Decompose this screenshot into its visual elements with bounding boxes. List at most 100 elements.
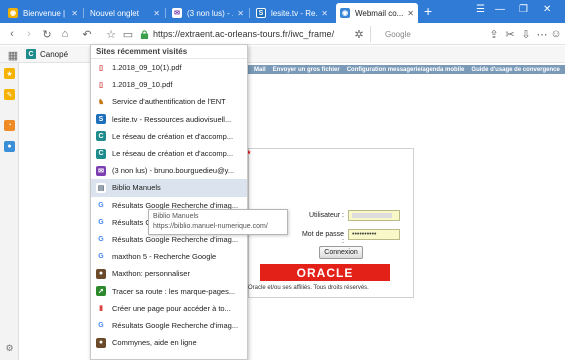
tab-title: Nouvel onglet	[90, 8, 139, 18]
favorites-icon[interactable]: ★	[4, 68, 15, 79]
recent-site-item[interactable]: C Le réseau de création et d'accomp...	[91, 128, 247, 145]
password-field[interactable]: ••••••••••	[348, 229, 400, 240]
search-box[interactable]: Google	[370, 26, 480, 42]
reader-mode-icon[interactable]: ▭	[121, 27, 135, 41]
recent-site-label: Le réseau de création et d'accomp...	[112, 149, 234, 159]
recent-site-item[interactable]: Slesite.tv - Ressources audiovisuell...	[91, 111, 247, 128]
recent-site-item[interactable]: ▯ 1.2018_09_10(1).pdf	[91, 59, 247, 76]
new-tab-button[interactable]: +	[424, 4, 432, 18]
recent-site-item[interactable]: ➚ Tracer sa route : les marque-pages...	[91, 282, 247, 299]
history-undo-icon[interactable]: ↶	[80, 27, 94, 41]
search-engine-label: Google	[385, 29, 411, 39]
sidebar: ★ ✎ ◔ ● ⚙	[0, 63, 19, 360]
canope-icon: C	[96, 148, 106, 159]
close-icon[interactable]: ✕	[237, 9, 244, 18]
tab-separator	[83, 8, 84, 18]
tab-separator	[249, 8, 250, 18]
recent-site-label: 1.2018_09_10(1).pdf	[112, 63, 182, 73]
connexion-button[interactable]: Connexion	[319, 246, 363, 259]
blurred-username	[352, 213, 392, 218]
google-icon: G	[96, 234, 106, 245]
tab-bienvenue[interactable]: ◉ Bienvenue | ... ✕	[4, 3, 82, 23]
close-icon[interactable]: ✕	[153, 9, 160, 18]
extension-icon[interactable]: ✲	[352, 27, 366, 41]
nav-link[interactable]: Envoyer un gros fichier	[273, 67, 340, 73]
close-icon[interactable]: ✕	[71, 9, 78, 18]
tab-separator	[165, 8, 166, 18]
user-label: Utilisateur :	[308, 212, 344, 219]
recent-site-item[interactable]: ▯ 1.2018_09_10.pdf	[91, 76, 247, 93]
google-icon: G	[96, 251, 106, 262]
nav-link[interactable]: Mail	[254, 67, 266, 73]
recent-site-item[interactable]: ✉ (3 non lus) - bruno.bourguedieu@y...	[91, 162, 247, 179]
mail-icon: ✉	[96, 165, 106, 176]
dropdown-heading: Sites récemment visités	[91, 45, 247, 59]
password-label: Mot de passe :	[301, 231, 344, 245]
settings-icon[interactable]: ⋯	[535, 27, 549, 41]
recent-site-label: Tracer sa route : les marque-pages...	[112, 286, 236, 296]
restore-icon[interactable]: ❐	[519, 4, 528, 15]
tab-title: Webmail co...	[355, 8, 404, 18]
globe-icon: ◉	[8, 8, 18, 18]
tab-mail[interactable]: ✉ (3 non lus) - ... ✕	[168, 3, 248, 23]
gear-icon[interactable]: ⚙	[4, 343, 15, 354]
tab-lesite[interactable]: S lesite.tv - Re... ✕	[252, 3, 332, 23]
book-icon: ▤	[96, 182, 106, 193]
recent-site-label: Maxthon: personnaliser	[112, 269, 190, 279]
notes-icon[interactable]: ✎	[4, 89, 15, 100]
recent-site-label: Créer une page pour accéder à to...	[112, 303, 231, 313]
nav-link[interactable]: Guide d'usage de convergence	[471, 67, 559, 73]
chart-icon: ▮	[96, 303, 106, 314]
close-icon[interactable]: ✕	[321, 9, 328, 18]
username-field[interactable]	[348, 210, 400, 221]
recent-site-item[interactable]: ▤ Biblio Manuels	[91, 179, 247, 197]
tab-nouvel-onglet[interactable]: Nouvel onglet ✕	[86, 3, 164, 23]
minimize-icon[interactable]: —	[495, 4, 505, 15]
lesite-icon: S	[256, 8, 266, 18]
close-icon[interactable]: ✕	[407, 9, 414, 18]
back-icon[interactable]: ‹	[5, 27, 19, 41]
recent-site-label: Résultats Google Recherche d'imag...	[112, 320, 239, 330]
share-icon[interactable]: ⇪	[487, 27, 501, 41]
bubble-icon[interactable]: ●	[4, 141, 15, 152]
recent-site-item[interactable]: ▮ Créer une page pour accéder à to...	[91, 300, 247, 317]
lesite-icon: S	[96, 114, 106, 125]
navigation-toolbar: ‹ › ↻ ⌂ ↶ ☆ ▭ https://extraent.ac-orlean…	[0, 23, 565, 45]
recent-site-label: Commynes, aide en ligne	[112, 338, 197, 348]
recent-site-item[interactable]: G Résultats Google Recherche d'imag...	[91, 317, 247, 334]
recent-site-item[interactable]: C Le réseau de création et d'accomp...	[91, 145, 247, 162]
tab-title: lesite.tv - Re...	[271, 8, 318, 18]
tooltip-url: https://biblio.manuel-numerique.com/	[153, 223, 268, 230]
window-close-icon[interactable]: ✕	[543, 4, 551, 15]
tab-title: Bienvenue | ...	[23, 8, 67, 18]
pdf-icon: ▯	[96, 62, 106, 73]
recent-site-item[interactable]: Gmaxthon 5 - Recherche Google	[91, 248, 247, 265]
screenshot-icon[interactable]: ✂	[503, 27, 517, 41]
mail-icon: ✉	[172, 8, 182, 18]
recent-site-label: Service d'authentification de l'ENT	[112, 97, 226, 107]
menu-icon[interactable]: ☰	[476, 4, 485, 15]
recent-site-label: Résultats Google Recherche d'imag...	[112, 234, 239, 244]
download-icon[interactable]: ⇩	[519, 27, 533, 41]
bookmark-grid-icon[interactable]: ▦	[6, 48, 20, 62]
bookmarks-bar: ▦ C Canopé	[0, 46, 565, 63]
recent-site-item[interactable]: ♞ Service d'authentification de l'ENT	[91, 93, 247, 110]
bookmark-canope[interactable]: C Canopé	[26, 49, 68, 59]
recent-site-label: (3 non lus) - bruno.bourguedieu@y...	[112, 166, 235, 176]
star-icon[interactable]: ☆	[104, 27, 118, 41]
pdf-icon: ▯	[96, 79, 106, 90]
forward-icon[interactable]: ›	[22, 27, 36, 41]
oracle-logo: ORACLE	[260, 264, 390, 281]
address-bar[interactable]: https://extraent.ac-orleans-tours.fr/iwc…	[140, 26, 345, 42]
home-icon[interactable]: ⌂	[58, 27, 72, 41]
reload-icon[interactable]: ↻	[40, 27, 54, 41]
recent-site-item[interactable]: ● Commynes, aide en ligne	[91, 334, 247, 351]
google-icon: G	[96, 320, 106, 331]
nav-link[interactable]: Configuration messagerie/agenda mobile	[347, 67, 465, 73]
user-icon[interactable]: ☺	[549, 27, 563, 41]
canope-icon: C	[96, 131, 106, 142]
tab-webmail[interactable]: ◉ Webmail co... ✕	[336, 3, 418, 23]
rss-icon[interactable]: ◔	[4, 120, 15, 131]
recent-site-item[interactable]: ● Maxthon: personnaliser	[91, 265, 247, 282]
maxthon-icon: ●	[96, 337, 106, 348]
